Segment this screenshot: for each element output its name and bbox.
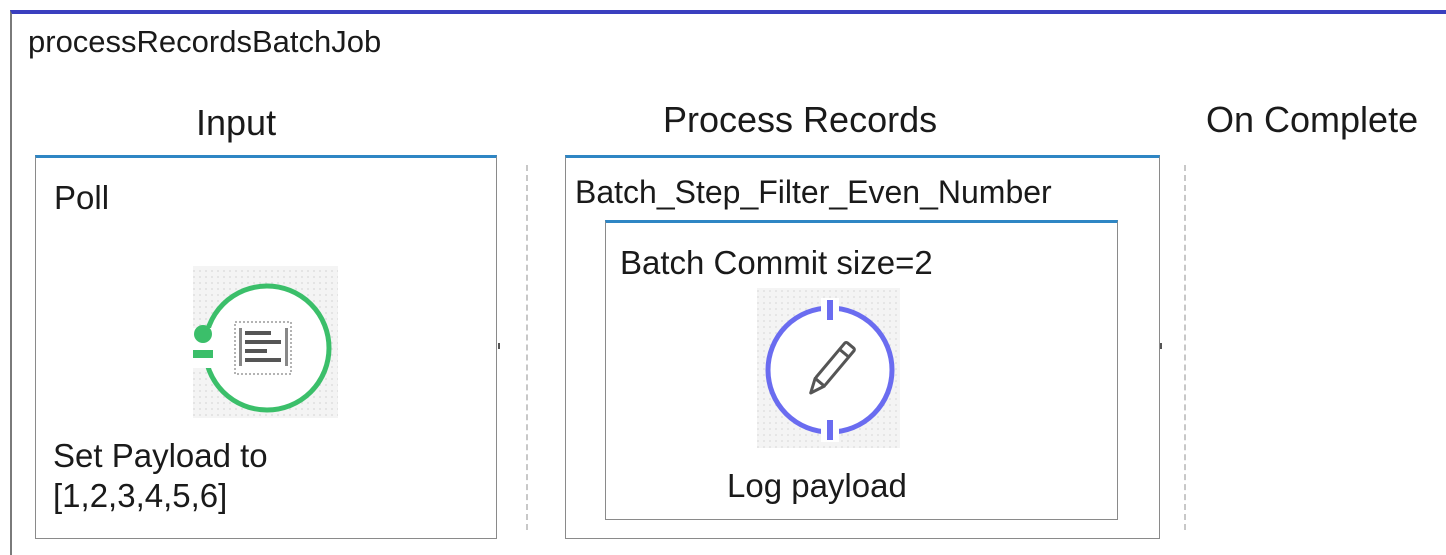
logger-label: Log payload <box>727 467 907 504</box>
set-payload-label-line2: [1,2,3,4,5,6] <box>53 477 228 514</box>
set-payload-icon[interactable] <box>185 262 340 422</box>
poll-label: Poll <box>54 179 110 216</box>
connector-tick <box>1160 343 1162 349</box>
batch-job-title: processRecordsBatchJob <box>28 24 382 59</box>
section-divider-input-process <box>526 165 528 530</box>
batch-step-label: Batch_Step_Filter_Even_Number <box>575 174 1052 210</box>
process-records-section-title: Process Records <box>663 99 938 140</box>
connector-tick <box>498 343 500 349</box>
input-section-title: Input <box>196 102 277 143</box>
set-payload-label-line1: Set Payload to <box>53 437 268 474</box>
logger-icon[interactable] <box>755 288 905 448</box>
set-payload-label: Set Payload to [1,2,3,4,5,6] <box>53 436 268 516</box>
section-divider-process-complete <box>1184 165 1186 530</box>
batch-commit-label: Batch Commit size=2 <box>620 244 933 281</box>
on-complete-section-title: On Complete <box>1206 99 1419 140</box>
